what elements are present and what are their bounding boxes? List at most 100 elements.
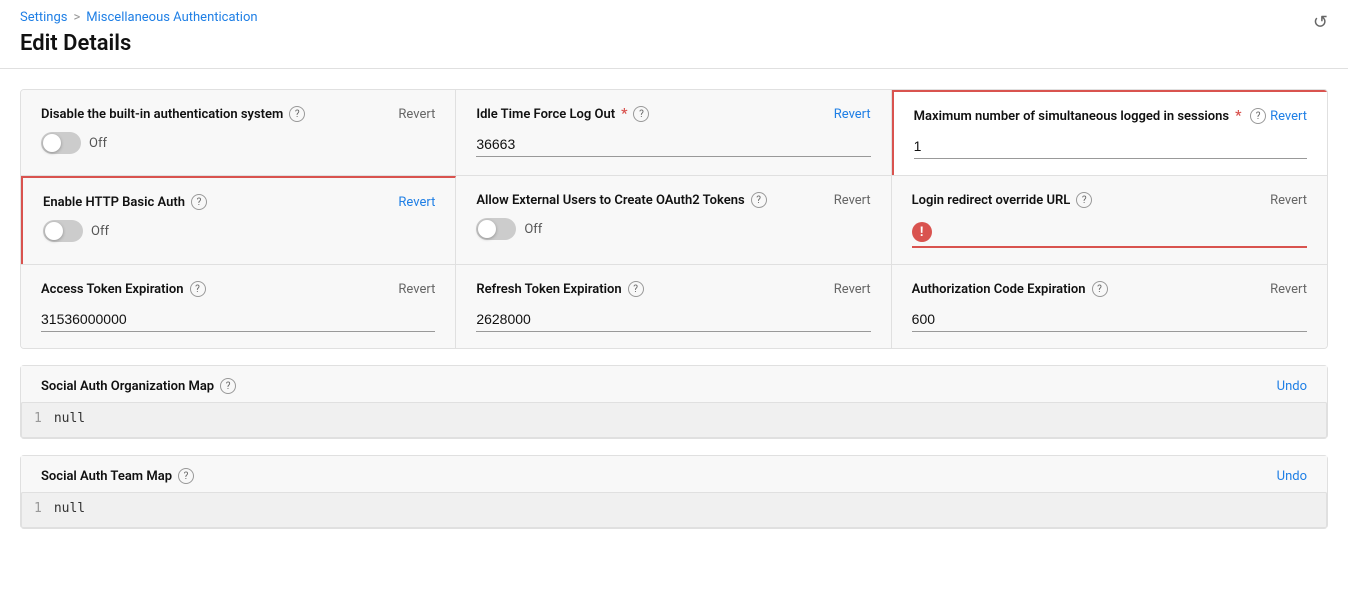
help-icon-social-org[interactable]: ? xyxy=(220,378,236,394)
label-max-sessions: Maximum number of simultaneous logged in… xyxy=(914,109,1229,124)
help-icon-login-redirect[interactable]: ? xyxy=(1076,192,1092,208)
field-header-access-token: Access Token Expiration ? Revert xyxy=(41,281,435,297)
row2: Enable HTTP Basic Auth ? Revert Off xyxy=(21,175,1327,264)
code-value-social-team: null xyxy=(54,501,85,519)
undo-social-org[interactable]: Undo xyxy=(1277,379,1307,394)
help-icon-http-basic[interactable]: ? xyxy=(191,194,207,210)
label-ext-oauth2: Allow External Users to Create OAuth2 To… xyxy=(476,193,744,208)
row1: Disable the built-in authentication syst… xyxy=(21,90,1327,175)
toggle-label-ext-oauth2: Off xyxy=(524,222,542,237)
revert-group-max-sessions: ? Revert xyxy=(1250,108,1307,124)
label-group-idle-time: Idle Time Force Log Out * ? xyxy=(476,106,649,122)
field-allow-external-oauth2: Allow External Users to Create OAuth2 To… xyxy=(456,176,891,264)
field-header-refresh-token: Refresh Token Expiration ? Revert xyxy=(476,281,870,297)
field-refresh-token-exp: Refresh Token Expiration ? Revert xyxy=(456,265,891,348)
label-http-basic: Enable HTTP Basic Auth xyxy=(43,195,185,210)
exclamation-symbol: ! xyxy=(920,225,924,240)
social-auth-team-map-section: Social Auth Team Map ? Undo 1 null xyxy=(20,455,1328,529)
row1-container: Disable the built-in authentication syst… xyxy=(20,89,1328,349)
revert-disable-builtin[interactable]: Revert xyxy=(398,107,435,122)
error-underline xyxy=(912,246,1307,248)
toggle-knob-disable-builtin xyxy=(43,134,61,152)
field-header-login-redirect: Login redirect override URL ? Revert xyxy=(912,192,1307,208)
input-refresh-token[interactable] xyxy=(476,307,870,332)
field-header-ext-oauth2: Allow External Users to Create OAuth2 To… xyxy=(476,192,870,208)
revert-http-basic[interactable]: Revert xyxy=(398,195,435,210)
label-refresh-token: Refresh Token Expiration xyxy=(476,282,621,297)
label-access-token: Access Token Expiration xyxy=(41,282,184,297)
label-group-login-redirect: Login redirect override URL ? xyxy=(912,192,1093,208)
field-auth-code-exp: Authorization Code Expiration ? Revert xyxy=(892,265,1327,348)
row3: Access Token Expiration ? Revert Refresh… xyxy=(21,264,1327,348)
revert-refresh-token[interactable]: Revert xyxy=(834,282,871,297)
toggle-http-basic[interactable] xyxy=(43,220,83,242)
line-number-social-team: 1 xyxy=(34,501,42,519)
label-disable-builtin: Disable the built-in authentication syst… xyxy=(41,107,283,122)
breadcrumb: Settings > Miscellaneous Authentication xyxy=(20,10,1328,25)
revert-max-sessions[interactable]: Revert xyxy=(1270,109,1307,124)
help-icon-auth-code[interactable]: ? xyxy=(1092,281,1108,297)
toggle-disable-builtin[interactable] xyxy=(41,132,81,154)
error-icon-login-redirect: ! xyxy=(912,218,1307,242)
help-icon-social-team[interactable]: ? xyxy=(178,468,194,484)
field-idle-time-logout: Idle Time Force Log Out * ? Revert xyxy=(456,90,891,175)
social-auth-team-body: 1 null xyxy=(21,492,1327,528)
field-header-idle-time: Idle Time Force Log Out * ? Revert xyxy=(476,106,870,122)
page-title: Edit Details xyxy=(20,31,1328,56)
label-social-team: Social Auth Team Map xyxy=(41,469,172,484)
main-content: Disable the built-in authentication syst… xyxy=(0,69,1348,565)
revert-auth-code[interactable]: Revert xyxy=(1270,282,1307,297)
label-group-social-team: Social Auth Team Map ? xyxy=(41,468,194,484)
history-icon[interactable]: ↺ xyxy=(1313,12,1328,33)
revert-ext-oauth2[interactable]: Revert xyxy=(834,193,871,208)
social-auth-team-editor[interactable]: 1 null xyxy=(21,492,1327,528)
label-group-http-basic: Enable HTTP Basic Auth ? xyxy=(43,194,207,210)
label-group-access-token: Access Token Expiration ? xyxy=(41,281,206,297)
label-login-redirect: Login redirect override URL xyxy=(912,193,1071,208)
required-star-idle-time: * xyxy=(621,106,627,122)
toggle-label-http-basic: Off xyxy=(91,224,109,239)
help-icon-refresh-token[interactable]: ? xyxy=(628,281,644,297)
field-access-token-exp: Access Token Expiration ? Revert xyxy=(21,265,456,348)
field-http-basic-auth: Enable HTTP Basic Auth ? Revert Off xyxy=(21,176,456,264)
toggle-wrapper-http-basic: Off xyxy=(43,220,435,242)
undo-social-team[interactable]: Undo xyxy=(1277,469,1307,484)
line-number-social-org: 1 xyxy=(34,411,42,429)
revert-login-redirect[interactable]: Revert xyxy=(1270,193,1307,208)
help-icon-disable-builtin[interactable]: ? xyxy=(289,106,305,122)
help-icon-idle-time[interactable]: ? xyxy=(633,106,649,122)
field-max-sessions: Maximum number of simultaneous logged in… xyxy=(892,90,1327,175)
social-auth-org-map-section: Social Auth Organization Map ? Undo 1 nu… xyxy=(20,365,1328,439)
revert-access-token[interactable]: Revert xyxy=(398,282,435,297)
help-icon-ext-oauth2[interactable]: ? xyxy=(751,192,767,208)
exclamation-icon: ! xyxy=(912,222,932,242)
social-auth-org-body: 1 null xyxy=(21,402,1327,438)
field-header-http-basic: Enable HTTP Basic Auth ? Revert xyxy=(43,194,435,210)
toggle-ext-oauth2[interactable] xyxy=(476,218,516,240)
revert-idle-time[interactable]: Revert xyxy=(834,107,871,122)
toggle-knob-http-basic xyxy=(45,222,63,240)
input-idle-time[interactable] xyxy=(476,132,870,157)
social-auth-org-editor[interactable]: 1 null xyxy=(21,402,1327,438)
header-area: Settings > Miscellaneous Authentication … xyxy=(0,0,1348,69)
required-star-max-sessions: * xyxy=(1235,108,1241,124)
input-auth-code[interactable] xyxy=(912,307,1307,332)
label-group-max-sessions: Maximum number of simultaneous logged in… xyxy=(914,108,1242,124)
toggle-wrapper-disable-builtin: Off xyxy=(41,132,435,154)
field-disable-builtin-auth: Disable the built-in authentication syst… xyxy=(21,90,456,175)
help-icon-max-sessions[interactable]: ? xyxy=(1250,108,1266,124)
field-login-redirect: Login redirect override URL ? Revert ! xyxy=(892,176,1327,264)
breadcrumb-settings-link[interactable]: Settings xyxy=(20,10,67,25)
breadcrumb-separator: > xyxy=(73,10,80,25)
social-auth-team-header: Social Auth Team Map ? Undo xyxy=(21,456,1327,492)
input-max-sessions[interactable] xyxy=(914,134,1307,159)
help-icon-access-token[interactable]: ? xyxy=(190,281,206,297)
field-header-auth-code: Authorization Code Expiration ? Revert xyxy=(912,281,1307,297)
label-social-org: Social Auth Organization Map xyxy=(41,379,214,394)
input-access-token[interactable] xyxy=(41,307,435,332)
label-auth-code: Authorization Code Expiration xyxy=(912,282,1086,297)
field-header-max-sessions: Maximum number of simultaneous logged in… xyxy=(914,108,1307,124)
toggle-label-disable-builtin: Off xyxy=(89,136,107,151)
label-idle-time: Idle Time Force Log Out xyxy=(476,107,615,122)
social-auth-org-header: Social Auth Organization Map ? Undo xyxy=(21,366,1327,402)
